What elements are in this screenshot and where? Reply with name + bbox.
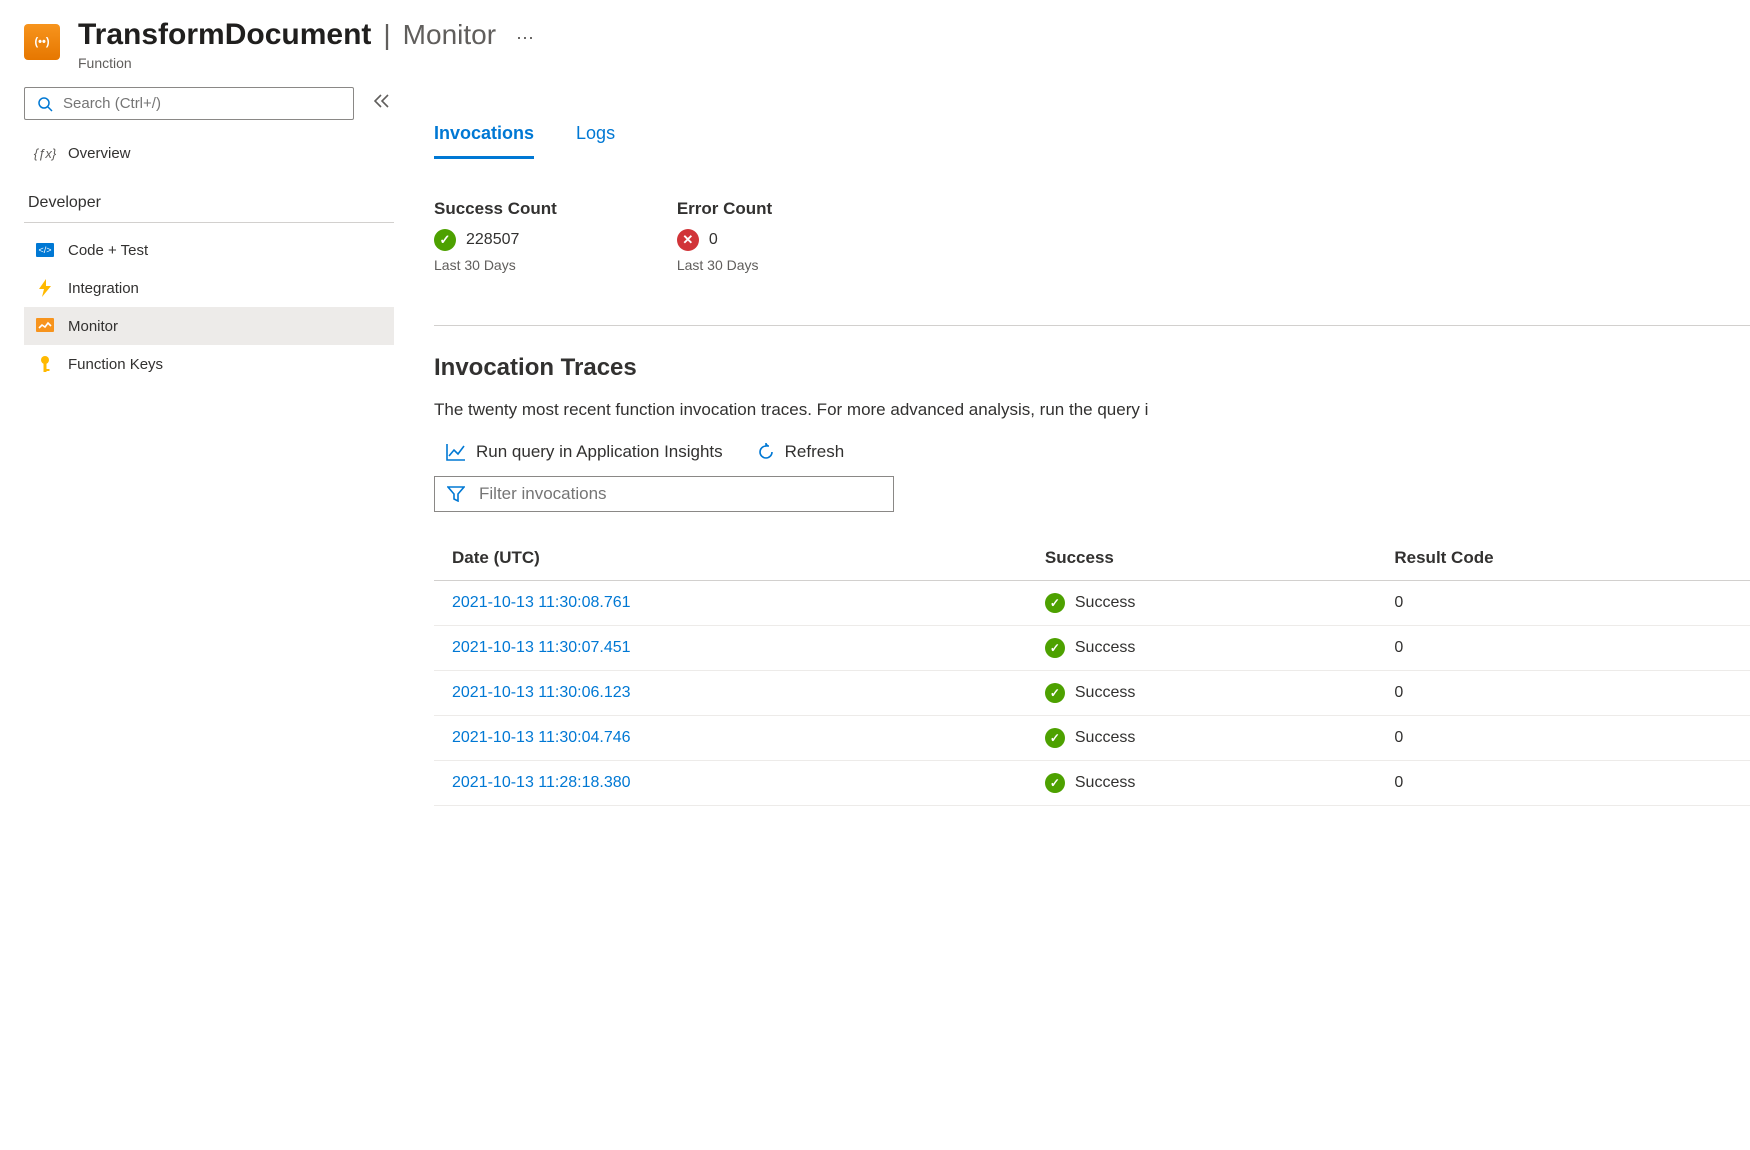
col-result[interactable]: Result Code <box>1376 536 1750 581</box>
stat-title: Error Count <box>677 199 772 219</box>
page-title-separator: | <box>383 19 390 51</box>
button-label: Refresh <box>785 442 845 462</box>
flash-icon <box>36 279 54 297</box>
trace-result-code: 0 <box>1376 761 1750 806</box>
col-date[interactable]: Date (UTC) <box>434 536 1027 581</box>
more-actions-button[interactable]: ⋯ <box>508 24 542 53</box>
trace-success-label: Success <box>1075 729 1135 747</box>
table-row: 2021-10-13 11:30:07.451 ✓ Success 0 <box>434 626 1750 671</box>
collapse-sidebar-button[interactable] <box>370 90 394 117</box>
trace-result-code: 0 <box>1376 581 1750 626</box>
stat-value: 228507 <box>466 231 519 249</box>
traces-heading: Invocation Traces <box>434 354 1750 382</box>
check-icon: ✓ <box>1045 638 1065 658</box>
chevron-double-left-icon <box>374 94 390 108</box>
line-chart-icon <box>446 443 466 461</box>
stat-title: Success Count <box>434 199 557 219</box>
sidebar-item-integration[interactable]: Integration <box>24 269 394 307</box>
trace-date-link[interactable]: 2021-10-13 11:30:08.761 <box>452 594 631 611</box>
sidebar-item-overview[interactable]: {ƒx} Overview <box>24 134 394 172</box>
check-icon: ✓ <box>1045 773 1065 793</box>
sidebar-section-heading: Developer <box>24 172 394 223</box>
traces-description: The twenty most recent function invocati… <box>434 400 1750 420</box>
sidebar: {ƒx} Overview Developer </> Code + Test … <box>24 87 394 806</box>
run-query-button[interactable]: Run query in Application Insights <box>446 442 723 462</box>
stat-value: 0 <box>709 231 718 249</box>
page-subtitle: Function <box>78 55 542 71</box>
trace-date-link[interactable]: 2021-10-13 11:30:06.123 <box>452 684 631 701</box>
fx-icon: {ƒx} <box>36 144 54 162</box>
refresh-button[interactable]: Refresh <box>757 442 845 462</box>
trace-success-label: Success <box>1075 774 1135 792</box>
divider <box>434 325 1750 326</box>
main-content: Invocations Logs Success Count ✓ 228507 … <box>434 87 1750 806</box>
page-title-context: Monitor <box>403 19 496 51</box>
trace-result-code: 0 <box>1376 716 1750 761</box>
trace-success-label: Success <box>1075 684 1135 702</box>
tab-invocations[interactable]: Invocations <box>434 117 534 159</box>
sidebar-item-label: Integration <box>68 280 139 297</box>
check-icon: ✓ <box>1045 728 1065 748</box>
table-row: 2021-10-13 11:30:04.746 ✓ Success 0 <box>434 716 1750 761</box>
trace-date-link[interactable]: 2021-10-13 11:30:07.451 <box>452 639 631 656</box>
search-icon <box>37 96 53 112</box>
filter-input[interactable] <box>434 476 894 512</box>
button-label: Run query in Application Insights <box>476 442 723 462</box>
stat-error: Error Count ✕ 0 Last 30 Days <box>677 199 772 273</box>
x-icon: ✕ <box>677 229 699 251</box>
col-success[interactable]: Success <box>1027 536 1377 581</box>
filter-icon <box>447 486 465 502</box>
trace-result-code: 0 <box>1376 626 1750 671</box>
check-icon: ✓ <box>1045 593 1065 613</box>
sidebar-item-label: Code + Test <box>68 242 148 259</box>
monitor-icon <box>36 317 54 335</box>
table-row: 2021-10-13 11:30:08.761 ✓ Success 0 <box>434 581 1750 626</box>
trace-date-link[interactable]: 2021-10-13 11:30:04.746 <box>452 729 631 746</box>
sidebar-item-label: Function Keys <box>68 356 163 373</box>
check-icon: ✓ <box>1045 683 1065 703</box>
trace-success-label: Success <box>1075 639 1135 657</box>
trace-success-label: Success <box>1075 594 1135 612</box>
table-row: 2021-10-13 11:28:18.380 ✓ Success 0 <box>434 761 1750 806</box>
tab-logs[interactable]: Logs <box>576 117 615 159</box>
refresh-icon <box>757 443 775 461</box>
stat-subtext: Last 30 Days <box>677 257 772 273</box>
trace-date-link[interactable]: 2021-10-13 11:28:18.380 <box>452 774 631 791</box>
sidebar-item-monitor[interactable]: Monitor <box>24 307 394 345</box>
sidebar-item-code-test[interactable]: </> Code + Test <box>24 231 394 269</box>
search-field[interactable] <box>63 95 341 112</box>
sidebar-item-function-keys[interactable]: Function Keys <box>24 345 394 383</box>
filter-field[interactable] <box>479 484 881 504</box>
sidebar-item-label: Monitor <box>68 318 118 335</box>
function-app-icon: (••) <box>24 24 60 60</box>
code-icon: </> <box>36 241 54 259</box>
traces-table: Date (UTC) Success Result Code 2021-10-1… <box>434 536 1750 806</box>
svg-text:</>: </> <box>38 245 51 255</box>
page-header: (••) TransformDocument | Monitor ⋯ Funct… <box>24 18 1750 71</box>
key-icon <box>36 355 54 373</box>
stat-success: Success Count ✓ 228507 Last 30 Days <box>434 199 557 273</box>
stat-subtext: Last 30 Days <box>434 257 557 273</box>
sidebar-item-label: Overview <box>68 145 131 162</box>
tabs: Invocations Logs <box>434 117 1750 159</box>
check-icon: ✓ <box>434 229 456 251</box>
search-input[interactable] <box>24 87 354 120</box>
table-row: 2021-10-13 11:30:06.123 ✓ Success 0 <box>434 671 1750 716</box>
trace-result-code: 0 <box>1376 671 1750 716</box>
page-title-main: TransformDocument <box>78 18 371 52</box>
